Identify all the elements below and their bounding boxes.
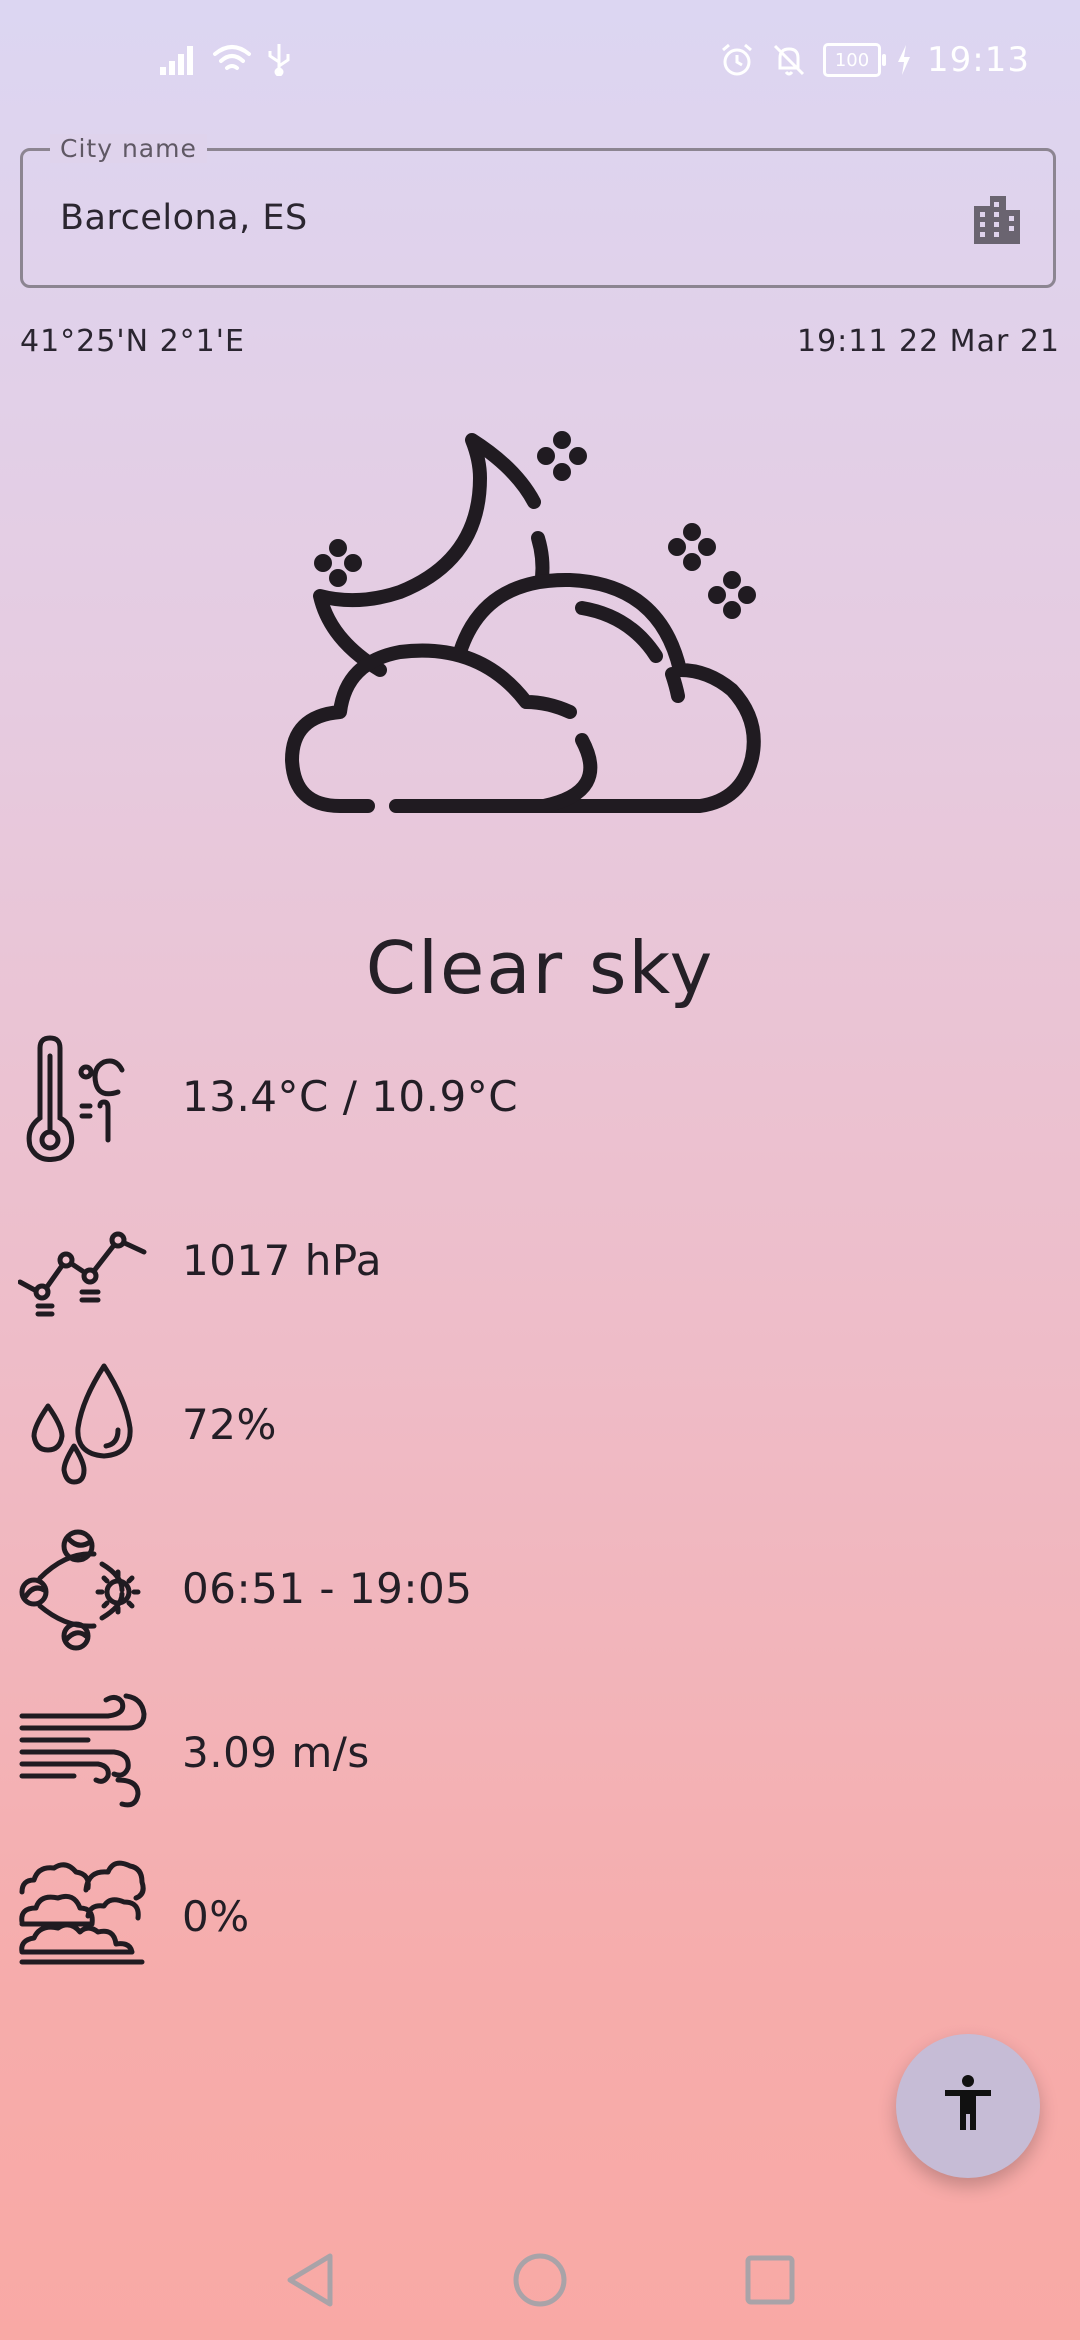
charging-icon — [897, 45, 911, 75]
alarm-icon — [719, 42, 755, 78]
sunrise-sunset-row: 06:51 - 19:05 — [0, 1524, 1080, 1664]
temperature-row: 13.4°C / 10.9°C — [0, 1032, 1080, 1172]
wifi-icon — [212, 43, 252, 75]
humidity-icon — [18, 1360, 148, 1494]
wind-row: 3.09 m/s — [0, 1688, 1080, 1828]
wind-icon — [18, 1688, 148, 1822]
usb-icon — [266, 42, 292, 76]
coordinates: 41°25'N 2°1'E — [20, 324, 245, 359]
clouds-value: 0% — [182, 1892, 250, 1941]
status-right: 100 19:13 — [719, 40, 1030, 80]
navigation-bar — [0, 2220, 1080, 2340]
city-field-label: City name — [50, 134, 207, 163]
date-time: 19:11 22 Mar 21 — [796, 324, 1060, 359]
city-icon[interactable] — [972, 196, 1022, 248]
accessibility-button[interactable] — [896, 2034, 1040, 2178]
status-time: 19:13 — [927, 40, 1030, 80]
humidity-value: 72% — [182, 1400, 277, 1449]
weather-summary: Clear sky — [365, 926, 715, 1010]
wind-value: 3.09 m/s — [182, 1728, 370, 1777]
humidity-row: 72% — [0, 1360, 1080, 1500]
recents-icon[interactable] — [742, 2250, 798, 2314]
signal-icon — [160, 43, 198, 75]
battery-icon: 100 — [823, 43, 887, 77]
battery-level: 100 — [834, 49, 870, 71]
thermometer-icon — [18, 1032, 138, 1166]
pressure-row: 1017 hPa — [0, 1196, 1080, 1336]
clouds-row: 0% — [0, 1852, 1080, 1992]
bell-off-icon — [771, 42, 807, 78]
sunrise-sunset-icon — [18, 1524, 148, 1658]
pressure-icon — [17, 1196, 148, 1330]
status-bar: 100 19:13 — [0, 0, 1080, 130]
accessibility-icon — [943, 2074, 993, 2138]
status-left — [160, 42, 292, 76]
moon-cloud-stars-icon — [280, 420, 810, 874]
sunrise-sunset-value: 06:51 - 19:05 — [182, 1564, 473, 1613]
pressure-value: 1017 hPa — [182, 1236, 383, 1285]
clouds-icon — [18, 1852, 148, 1986]
home-icon[interactable] — [512, 2250, 568, 2314]
city-field-value[interactable]: Barcelona, ES — [60, 198, 308, 238]
temperature-value: 13.4°C / 10.9°C — [182, 1072, 519, 1121]
back-icon[interactable] — [282, 2250, 338, 2314]
